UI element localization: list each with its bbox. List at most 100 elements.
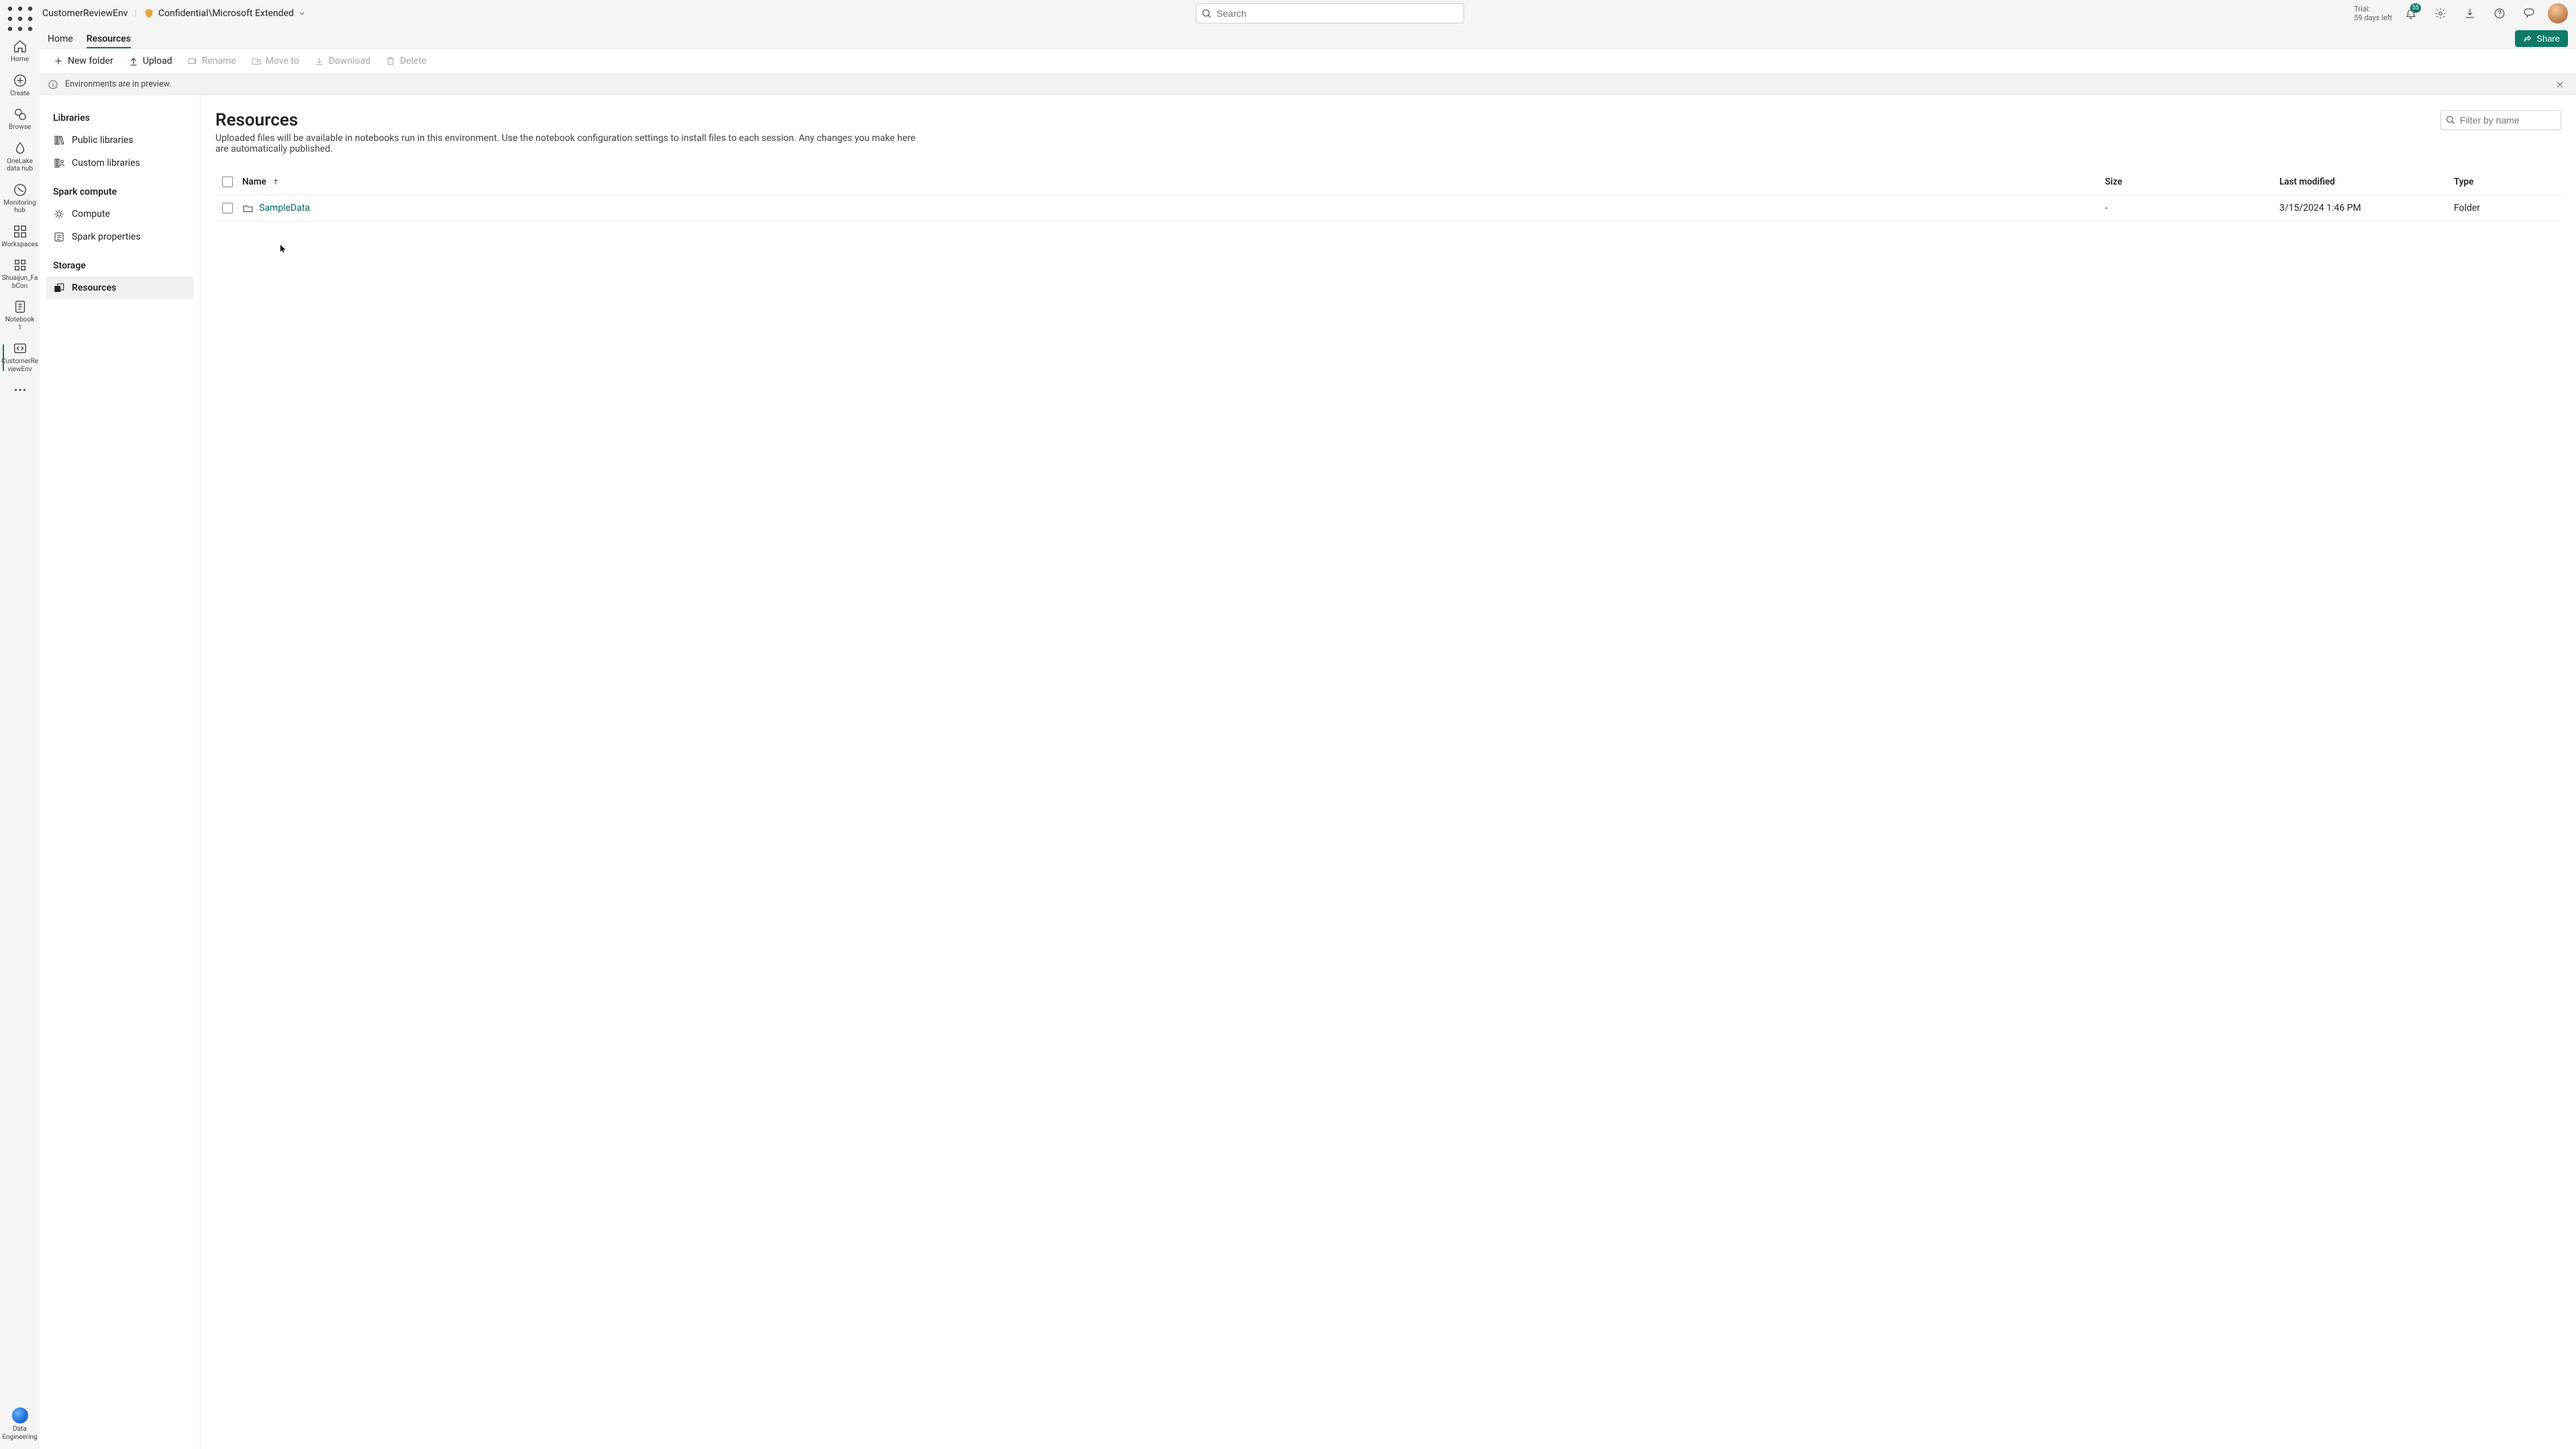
notifications-button[interactable]: 55 — [2400, 3, 2422, 24]
workspaces-icon — [13, 224, 28, 239]
sensitivity-label: Confidential\Microsoft Extended — [158, 8, 294, 19]
rail-workspaces[interactable]: Workspaces — [3, 220, 38, 254]
download-button[interactable] — [2459, 3, 2481, 24]
rail-workspace-item[interactable]: Shuaijun_Fa bCon — [3, 254, 38, 295]
rename-icon — [187, 56, 198, 66]
filter-input[interactable] — [2440, 110, 2561, 130]
tab-row: Home Resources Share — [40, 27, 2576, 48]
notification-badge: 55 — [2410, 3, 2421, 13]
sidebar-item-public-libraries[interactable]: Public libraries — [46, 129, 193, 152]
rail-workspaces-label: Workspaces — [1, 241, 38, 249]
info-icon — [48, 79, 58, 90]
upload-button[interactable]: Upload — [123, 53, 178, 69]
rail-home-label: Home — [11, 56, 29, 64]
rail-monitoring[interactable]: Monitoring hub — [3, 179, 38, 220]
search-icon — [1201, 8, 1212, 19]
gear-icon — [2434, 7, 2446, 19]
column-modified[interactable]: Last modified — [2279, 177, 2454, 187]
sidebar-item-label: Resources — [72, 283, 116, 293]
sidebar-item-label: Compute — [72, 209, 110, 219]
trial-line1: Trial: — [2354, 5, 2392, 13]
sidebar-item-label: Spark properties — [72, 232, 141, 242]
move-to-label: Move to — [266, 56, 299, 66]
rename-label: Rename — [202, 56, 236, 66]
row-name-cell: SampleData — [242, 203, 2105, 214]
search-icon — [2445, 115, 2455, 125]
row-name-link[interactable]: SampleData — [259, 203, 310, 213]
table-row[interactable]: SampleData - 3/15/2024 1:46 PM Folder — [215, 195, 2561, 221]
column-size-label: Size — [2105, 177, 2122, 187]
row-size-cell: - — [2105, 203, 2279, 213]
column-type-label: Type — [2454, 177, 2473, 187]
app-launcher-button[interactable] — [7, 5, 34, 32]
folder-icon — [242, 203, 254, 214]
share-wrap: Share — [2515, 30, 2568, 48]
workspace: Libraries Public libraries Custom librar… — [40, 95, 2576, 1449]
banner-close-button[interactable] — [2552, 77, 2568, 93]
column-size[interactable]: Size — [2105, 177, 2279, 187]
tab-resources[interactable]: Resources — [87, 34, 131, 48]
notebook-icon — [13, 299, 28, 314]
breadcrumb-separator: | — [135, 8, 137, 19]
rail-home[interactable]: Home — [3, 35, 38, 69]
home-icon — [13, 39, 28, 54]
rail-onelake-label: OneLake data hub — [4, 158, 36, 173]
code-box-icon — [13, 341, 28, 356]
left-rail: Home Create Browse OneLake data hub Moni… — [0, 0, 40, 1449]
delete-icon — [385, 56, 396, 66]
more-icon — [13, 383, 28, 397]
column-name[interactable]: Name — [242, 177, 2105, 187]
rail-persona-switcher[interactable]: Data Engineering — [3, 1403, 38, 1449]
rail-create[interactable]: Create — [3, 69, 38, 103]
rail-browse[interactable]: Browse — [3, 103, 38, 137]
select-all-checkbox[interactable] — [222, 177, 233, 187]
sensitivity-dropdown[interactable]: Confidential\Microsoft Extended — [144, 8, 306, 19]
compute-icon — [53, 208, 65, 220]
sidebar-item-resources[interactable]: Resources — [46, 277, 193, 299]
new-folder-button[interactable]: New folder — [48, 53, 119, 69]
rail-browse-label: Browse — [9, 123, 31, 132]
download-icon — [314, 56, 325, 66]
feedback-icon — [2523, 7, 2535, 19]
trial-status: Trial: 59 days left — [2354, 5, 2392, 22]
sidebar-item-label: Custom libraries — [72, 158, 140, 168]
global-search-input[interactable] — [1196, 3, 1464, 23]
download-icon — [2464, 7, 2476, 19]
rail-monitoring-label: Monitoring hub — [3, 199, 36, 215]
rail-environment[interactable]: CustomerRe viewEnv — [3, 337, 38, 379]
share-icon — [2523, 34, 2532, 44]
topbar: CustomerReviewEnv | Confidential\Microso… — [40, 0, 2576, 27]
rail-create-label: Create — [10, 90, 30, 98]
column-type[interactable]: Type — [2454, 177, 2561, 187]
move-to-button: Move to — [246, 53, 305, 69]
upload-label: Upload — [143, 56, 172, 66]
feedback-button[interactable] — [2518, 3, 2540, 24]
tab-home[interactable]: Home — [48, 34, 73, 48]
user-avatar[interactable] — [2548, 3, 2568, 23]
waffle-icon — [7, 5, 34, 32]
rail-notebook[interactable]: Notebook 1 — [3, 295, 38, 337]
plus-circle-icon — [13, 73, 28, 88]
sidebar-item-custom-libraries[interactable]: Custom libraries — [46, 152, 193, 174]
rail-environment-label: CustomerRe viewEnv — [1, 358, 38, 373]
row-modified-cell: 3/15/2024 1:46 PM — [2279, 203, 2454, 213]
row-select-cell — [215, 203, 242, 213]
help-button[interactable] — [2489, 3, 2510, 24]
rename-button: Rename — [182, 53, 242, 69]
rail-more[interactable] — [3, 379, 38, 403]
select-all-cell — [215, 177, 242, 187]
rail-onelake[interactable]: OneLake data hub — [3, 137, 38, 179]
resources-table: Name Size Last modified Type Sa — [215, 169, 2561, 221]
row-checkbox[interactable] — [222, 203, 233, 213]
share-button[interactable]: Share — [2515, 30, 2568, 47]
sidebar-item-compute[interactable]: Compute — [46, 203, 193, 226]
settings-button[interactable] — [2430, 3, 2451, 24]
share-label: Share — [2536, 34, 2560, 44]
chevron-down-icon — [298, 9, 306, 17]
row-type-cell: Folder — [2454, 203, 2561, 213]
arrow-up-icon — [272, 178, 280, 186]
circles-icon — [13, 107, 28, 121]
toolbar: New folder Upload Rename Move to Downloa… — [40, 48, 2576, 74]
sidebar-item-spark-properties[interactable]: Spark properties — [46, 226, 193, 248]
column-name-label: Name — [242, 177, 266, 187]
